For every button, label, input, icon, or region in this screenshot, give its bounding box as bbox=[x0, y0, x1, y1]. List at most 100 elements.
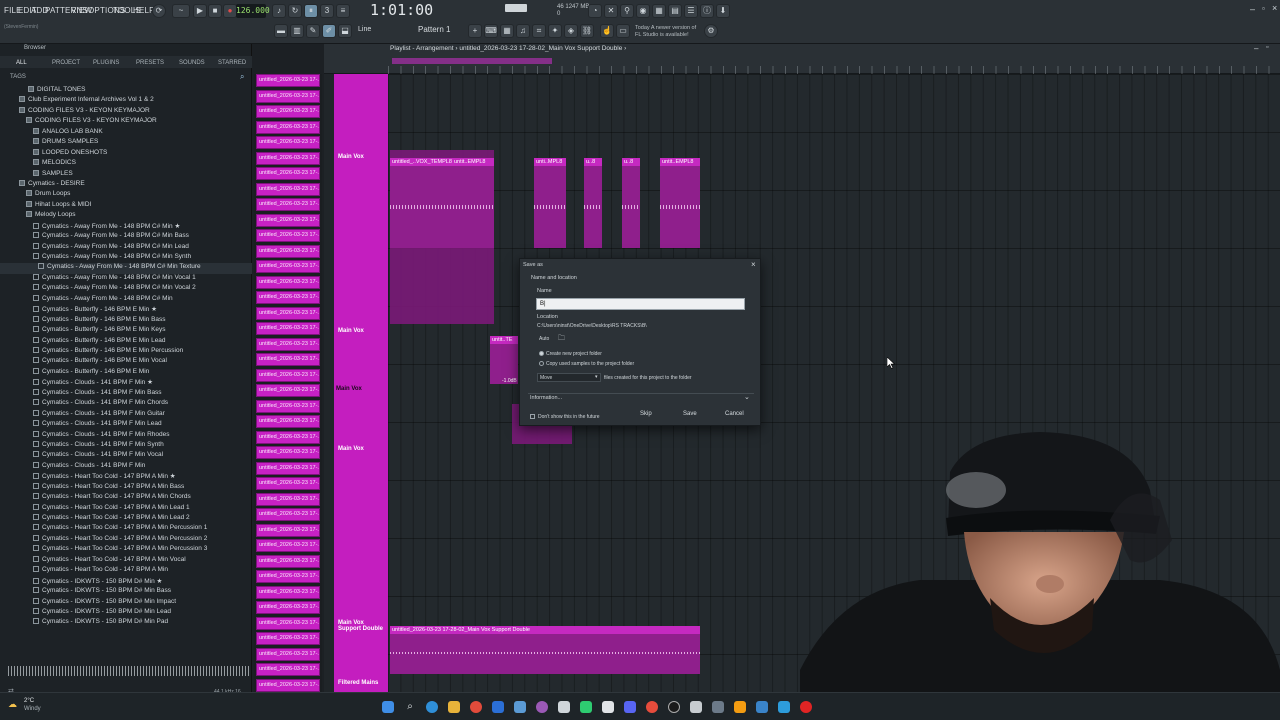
browser-file[interactable]: Cymatics - Away From Me - 148 BPM C# Min… bbox=[0, 253, 252, 264]
browser-folder[interactable]: CODING FILES V3 - KEYON KEYMAJOR bbox=[0, 117, 252, 128]
browser-file[interactable]: Cymatics - Heart Too Cold - 147 BPM A Mi… bbox=[0, 503, 252, 515]
skip-button[interactable]: Skip bbox=[640, 411, 652, 417]
browser-file[interactable]: Cymatics - IDKWTS - 150 BPM D# Min Bass bbox=[0, 587, 252, 598]
clip-source-item[interactable]: untitled_2026-03-23 17-... bbox=[256, 384, 320, 397]
step-icon[interactable]: ⌗ bbox=[532, 24, 546, 38]
app-icon[interactable] bbox=[690, 701, 702, 713]
tempo-display[interactable]: 126.000 bbox=[236, 4, 270, 18]
update-notice[interactable]: Today A newer version of FL Studio is ava… bbox=[635, 25, 696, 39]
tab-plugins[interactable]: PLUGINS bbox=[93, 60, 119, 66]
clip-source-item[interactable]: untitled_2026-03-23 17-... bbox=[256, 430, 320, 444]
download-icon[interactable]: ⬇ bbox=[716, 4, 730, 18]
play-icon[interactable]: ▶ bbox=[193, 4, 207, 18]
piano-roll-icon[interactable]: ▦ bbox=[652, 4, 666, 18]
clip-source-item[interactable]: untitled_2026-03-23 17-... bbox=[256, 275, 320, 289]
clip-source-item[interactable]: untitled_2026-03-23 17-... bbox=[256, 616, 320, 630]
app-icon[interactable] bbox=[536, 701, 548, 713]
tab-starred[interactable]: STARRED bbox=[218, 60, 246, 66]
mic-icon[interactable]: ◉ bbox=[636, 4, 650, 18]
blend-icon[interactable]: ≡ bbox=[336, 4, 350, 18]
file-explorer-icon[interactable] bbox=[448, 701, 460, 713]
line-mode-label[interactable]: Line bbox=[358, 26, 371, 33]
record-icon[interactable]: ● bbox=[223, 4, 237, 18]
playlist-maximize-icon[interactable]: ▫ bbox=[1266, 44, 1268, 51]
audio-clip[interactable]: untit..EMPL8 bbox=[660, 158, 700, 248]
info-icon[interactable]: ⓘ bbox=[700, 4, 714, 18]
track-label-filtered-mains[interactable]: Filtered Mains bbox=[338, 680, 378, 686]
tab-all[interactable]: ALL bbox=[16, 60, 27, 66]
browser-file[interactable]: Cymatics - Clouds - 141 BPM F Min Guitar bbox=[0, 409, 252, 421]
fx-icon[interactable]: ✦ bbox=[548, 24, 562, 38]
clip-source-item[interactable]: untitled_2026-03-23 17-... bbox=[256, 539, 320, 552]
browser-file[interactable]: Cymatics - Butterfly - 146 BPM E Min Key… bbox=[0, 326, 252, 337]
clip-source-item[interactable]: untitled_2026-03-23 17-... bbox=[256, 229, 320, 242]
create-folder-radio[interactable] bbox=[539, 351, 544, 356]
tool-stamp-icon[interactable]: ⬓ bbox=[338, 24, 352, 38]
clip-source-item[interactable]: untitled_2026-03-23 17-... bbox=[256, 446, 320, 459]
browser-file[interactable]: Cymatics - Heart Too Cold - 147 BPM A Mi… bbox=[0, 482, 252, 494]
app-icon[interactable] bbox=[492, 701, 504, 713]
track-label-main-vox-2[interactable]: Main Vox bbox=[338, 328, 364, 334]
browser-file[interactable]: Cymatics - Away From Me - 148 BPM C# Min… bbox=[0, 263, 252, 274]
browser-file[interactable]: Cymatics - Butterfly - 146 BPM E Min Voc… bbox=[0, 357, 252, 368]
browser-folder[interactable]: CODING FILES V3 - KEYON KEYMAJOR bbox=[0, 106, 252, 118]
clip-source-item[interactable]: untitled_2026-03-23 17-... bbox=[256, 477, 320, 490]
browser-file[interactable]: Cymatics - Clouds - 141 BPM F Min bbox=[0, 461, 252, 473]
plus-pattern-icon[interactable]: + bbox=[468, 24, 482, 38]
clip-source-item[interactable]: untitled_2026-03-23 17-... bbox=[256, 74, 320, 87]
browser-file[interactable]: Cymatics - Heart Too Cold - 147 BPM A Mi… bbox=[0, 472, 252, 483]
clip-source-item[interactable]: untitled_2026-03-23 17-... bbox=[256, 136, 320, 149]
browser-file[interactable]: Cymatics - Butterfly - 146 BPM E Min Per… bbox=[0, 347, 252, 358]
stop-icon[interactable]: ■ bbox=[208, 4, 222, 18]
clip-source-item[interactable]: untitled_2026-03-23 17-... bbox=[256, 89, 320, 103]
edge-icon[interactable] bbox=[426, 701, 438, 713]
maximize-icon[interactable]: ▫ bbox=[1262, 4, 1265, 13]
app-icon[interactable] bbox=[712, 701, 724, 713]
channel-rack-icon[interactable]: ⚲ bbox=[620, 4, 634, 18]
clip-source-item[interactable]: untitled_2026-03-23 17-... bbox=[256, 120, 320, 134]
tool-draw-icon[interactable]: ▬ bbox=[274, 24, 288, 38]
information-expander[interactable]: Information... bbox=[530, 395, 562, 401]
pattern-song-toggle[interactable]: ~ bbox=[172, 4, 190, 18]
location-path[interactable]: C:\Users\ninst\OneDrive\Desktop\RS TRACK… bbox=[537, 323, 647, 329]
browser-file[interactable]: Cymatics - IDKWTS - 150 BPM D# Min Lead bbox=[0, 608, 252, 619]
audio-clip[interactable]: u..8 bbox=[584, 158, 602, 248]
clip-source-item[interactable]: untitled_2026-03-23 17-... bbox=[256, 167, 320, 180]
browser-file[interactable]: Cymatics - Clouds - 141 BPM F Min Lead bbox=[0, 420, 252, 431]
plugin-picker-icon[interactable]: ▤ bbox=[668, 4, 682, 18]
browser-file[interactable]: Cymatics - Heart Too Cold - 147 BPM A Mi… bbox=[0, 566, 252, 577]
browser-file[interactable]: Cymatics - Away From Me - 148 BPM C# Min… bbox=[0, 273, 252, 285]
app-icon[interactable] bbox=[514, 701, 526, 713]
audio-icon[interactable]: ♫ bbox=[516, 24, 530, 38]
browser-file[interactable]: Cymatics - Clouds - 141 BPM F Min Rhodes bbox=[0, 430, 252, 442]
pattern-selector[interactable]: Pattern 1 bbox=[418, 25, 454, 38]
browser-file[interactable]: Cymatics - Butterfly - 146 BPM E Min ★ bbox=[0, 305, 252, 316]
timeline-ruler[interactable] bbox=[388, 66, 1280, 74]
clip-source-item[interactable]: untitled_2026-03-23 17-... bbox=[256, 523, 320, 537]
settings-icon[interactable]: ⚙ bbox=[704, 24, 718, 38]
tags-label[interactable]: TAGS bbox=[10, 74, 26, 80]
browser-file[interactable]: Cymatics - Clouds - 141 BPM F Min Bass bbox=[0, 388, 252, 400]
clip-source-item[interactable]: untitled_2026-03-23 17-... bbox=[256, 647, 320, 661]
browser-folder[interactable]: DIGITAL TONES bbox=[0, 86, 252, 97]
track-label-main-vox-4[interactable]: Main Vox bbox=[338, 446, 364, 452]
master-volume-icon[interactable] bbox=[505, 4, 527, 12]
track-label-support-double[interactable]: Main Vox Support Double bbox=[338, 620, 386, 632]
clip-source-item[interactable]: untitled_2026-03-23 17-... bbox=[256, 182, 320, 196]
clip-source-item[interactable]: untitled_2026-03-23 17-... bbox=[256, 353, 320, 366]
clip-source-item[interactable]: untitled_2026-03-23 17-... bbox=[256, 585, 320, 599]
browser-folder[interactable]: MELODICS bbox=[0, 159, 252, 170]
track-label-main-vox-3[interactable]: Main Vox bbox=[336, 386, 362, 392]
search-icon[interactable]: ⌕ bbox=[240, 72, 244, 82]
browser-file[interactable]: Cymatics - Heart Too Cold - 147 BPM A Mi… bbox=[0, 524, 252, 535]
grid-icon[interactable]: ▦ bbox=[500, 24, 514, 38]
clip-source-item[interactable]: untitled_2026-03-23 17-... bbox=[256, 601, 320, 614]
tab-project[interactable]: PROJECT bbox=[52, 60, 80, 66]
browser-file[interactable]: Cymatics - Away From Me - 148 BPM C# Min bbox=[0, 294, 252, 306]
browser-folder[interactable]: SAMPLES bbox=[0, 169, 252, 181]
browser-file[interactable]: Cymatics - Clouds - 141 BPM F Min Chords bbox=[0, 399, 252, 410]
browser-file[interactable]: Cymatics - Clouds - 141 BPM F Min Synth bbox=[0, 440, 252, 452]
browser-folder[interactable]: Club Experiment Infernal Archives Vol 1 … bbox=[0, 96, 252, 107]
tool-pencil-icon[interactable]: ✎ bbox=[306, 24, 320, 38]
browser-file[interactable]: Cymatics - Heart Too Cold - 147 BPM A Mi… bbox=[0, 534, 252, 546]
